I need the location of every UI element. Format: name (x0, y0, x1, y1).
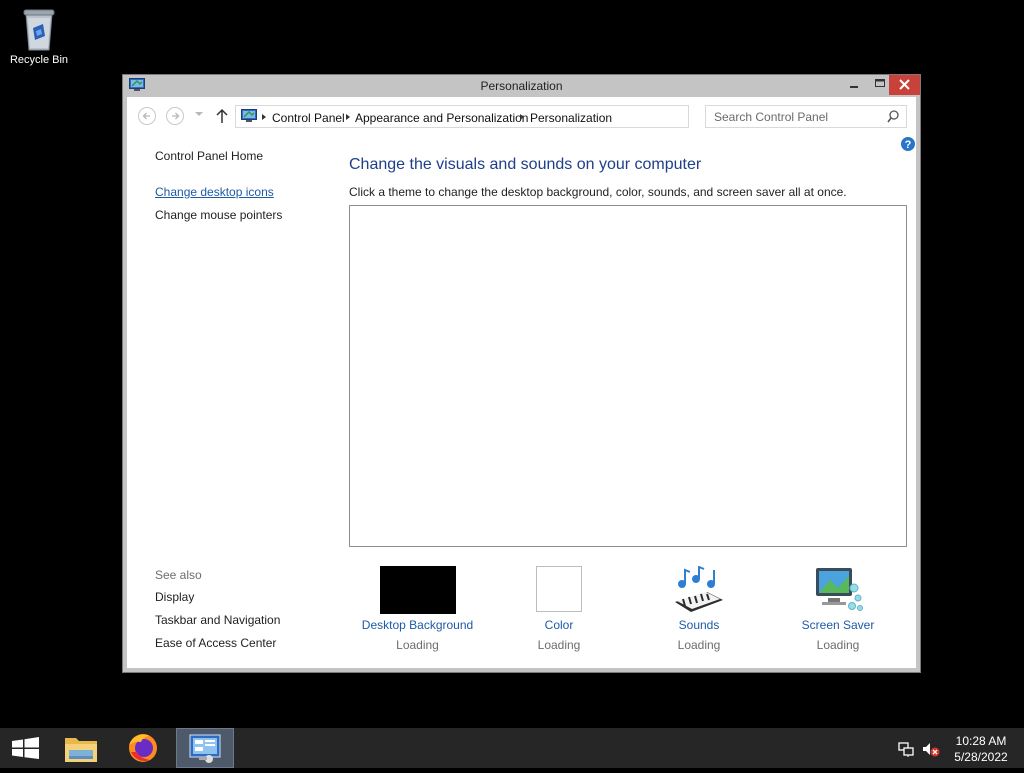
tile-status: Loading (537, 638, 581, 652)
breadcrumb-control-panel[interactable]: Control Panel (272, 111, 345, 125)
tile-status: Loading (816, 638, 860, 652)
window-frame-bottom (123, 668, 920, 672)
breadcrumb-separator[interactable] (520, 114, 524, 120)
clock-time: 10:28 AM (955, 734, 1007, 748)
taskbar-clock[interactable]: 10:28 AM 5/28/2022 (946, 733, 1016, 765)
svg-text:?: ? (905, 139, 912, 151)
clock-date: 5/28/2022 (954, 750, 1008, 764)
tile-status: Loading (396, 638, 439, 652)
theme-list[interactable] (349, 205, 907, 547)
navigation-bar: Control Panel Appearance and Personaliza… (127, 97, 916, 133)
file-explorer-taskbar-button[interactable] (58, 728, 104, 768)
see-also-heading: See also (155, 568, 202, 582)
change-mouse-pointers-link[interactable]: Change mouse pointers (155, 208, 282, 222)
personalization-window: Personalization Control Panel Appearance… (122, 74, 921, 673)
color-thumbnail (536, 566, 582, 612)
folder-icon (65, 738, 97, 762)
firefox-taskbar-button[interactable] (120, 728, 166, 768)
recent-locations-icon[interactable] (195, 112, 203, 118)
network-icon[interactable] (898, 741, 914, 757)
minimize-button[interactable] (841, 75, 867, 95)
screen-saver-tile[interactable]: Screen Saver Loading (796, 566, 880, 652)
breadcrumb-appearance[interactable]: Appearance and Personalization (355, 111, 528, 125)
forward-button[interactable] (166, 107, 184, 125)
window-frame-left (123, 97, 127, 672)
control-panel-home-link[interactable]: Control Panel Home (155, 149, 263, 163)
desktop-icon-recycle-bin[interactable]: Recycle Bin (6, 6, 72, 66)
breadcrumb-separator[interactable] (262, 114, 266, 120)
tile-label[interactable]: Screen Saver (796, 618, 880, 632)
back-arrow-icon (142, 112, 150, 120)
firefox-icon (129, 734, 157, 762)
breadcrumb-personalization[interactable]: Personalization (530, 111, 612, 125)
back-button[interactable] (138, 107, 156, 125)
recycle-bin-icon (23, 9, 55, 51)
tile-label[interactable]: Color (519, 618, 599, 632)
help-icon[interactable]: ? (901, 137, 915, 151)
tile-label[interactable]: Sounds (659, 618, 739, 632)
forward-arrow-icon (172, 112, 180, 120)
search-input[interactable] (706, 106, 884, 127)
tile-status: Loading (677, 638, 721, 652)
control-panel-icon (241, 109, 257, 122)
windows-logo-icon (12, 737, 39, 759)
color-tile[interactable]: Color Loading (519, 566, 599, 652)
volume-muted-icon[interactable] (922, 741, 940, 757)
close-button[interactable] (889, 75, 920, 95)
page-description: Click a theme to change the desktop back… (349, 185, 847, 199)
sounds-tile[interactable]: Sounds Loading (659, 566, 739, 652)
control-panel-icon (189, 734, 221, 763)
search-box[interactable] (705, 105, 907, 128)
page-title: Change the visuals and sounds on your co… (349, 156, 702, 173)
desktop-background-thumbnail (379, 566, 456, 614)
window-title: Personalization (480, 79, 563, 93)
breadcrumb-separator[interactable] (346, 114, 350, 120)
up-arrow-icon[interactable] (215, 108, 229, 124)
display-link[interactable]: Display (155, 590, 194, 604)
title-bar[interactable]: Personalization (123, 75, 920, 97)
change-desktop-icons-link[interactable]: Change desktop icons (155, 185, 274, 199)
start-button[interactable] (0, 728, 52, 768)
ease-of-access-link[interactable]: Ease of Access Center (155, 636, 276, 650)
tile-label[interactable]: Desktop Background (359, 618, 476, 632)
address-bar[interactable]: Control Panel Appearance and Personaliza… (235, 105, 789, 128)
desktop-icon-label: Recycle Bin (9, 54, 69, 66)
window-frame-right (916, 97, 920, 672)
screen-saver-icon (816, 568, 863, 611)
search-icon[interactable] (887, 110, 899, 123)
control-panel-taskbar-button[interactable] (176, 728, 234, 768)
taskbar-navigation-link[interactable]: Taskbar and Navigation (155, 613, 280, 627)
taskbar (0, 728, 1024, 768)
desktop-background-tile[interactable]: Desktop Background Loading (359, 566, 476, 652)
close-icon (899, 79, 910, 90)
sounds-icon (675, 566, 723, 612)
minimize-icon (850, 86, 858, 88)
